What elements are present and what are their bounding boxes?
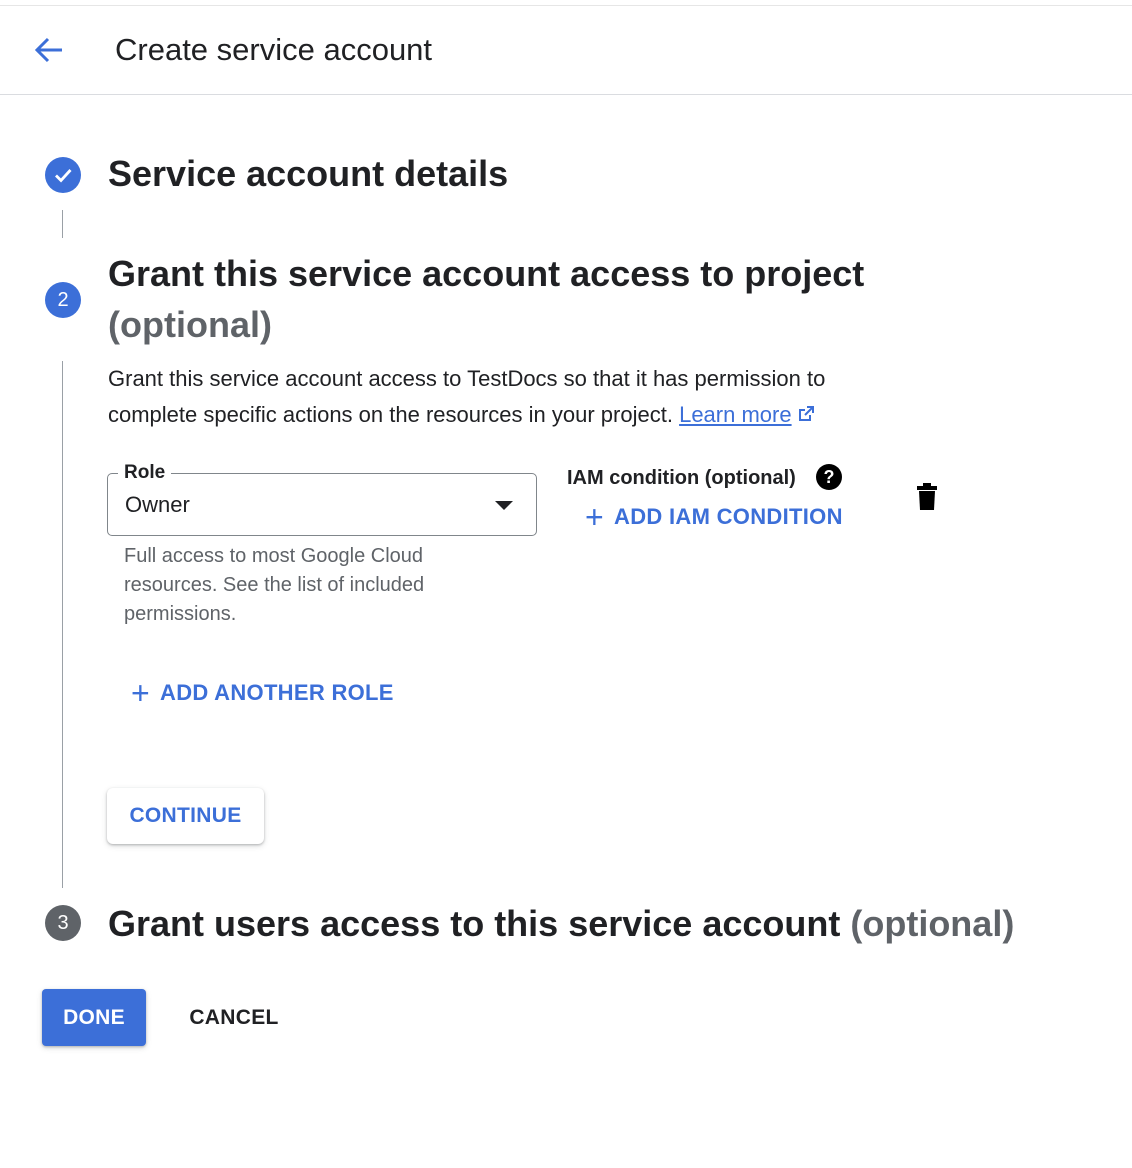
- open-in-new-icon: [798, 406, 814, 421]
- step-connector: [62, 361, 63, 888]
- plus-icon: +: [131, 675, 150, 711]
- step-1-title[interactable]: Service account details: [108, 148, 508, 199]
- plus-icon: +: [585, 499, 604, 535]
- delete-role-button[interactable]: [914, 482, 940, 512]
- add-iam-condition-button[interactable]: + ADD IAM CONDITION: [585, 499, 843, 535]
- step-3-title[interactable]: Grant users access to this service accou…: [108, 898, 1014, 949]
- cancel-button[interactable]: CANCEL: [178, 989, 290, 1046]
- step-2-title-text: Grant this service account access to pro…: [108, 253, 865, 294]
- back-button[interactable]: [28, 30, 72, 70]
- role-select-value: Owner: [125, 492, 190, 517]
- page-title: Create service account: [115, 32, 433, 67]
- step-2-title: Grant this service account access to pro…: [108, 248, 908, 350]
- check-icon: [55, 169, 72, 183]
- step-3-optional: (optional): [850, 903, 1015, 944]
- step-3-number: 3: [45, 905, 81, 941]
- add-another-role-label: ADD ANOTHER ROLE: [160, 680, 394, 705]
- step-3-title-text: Grant users access to this service accou…: [108, 903, 841, 944]
- step-2-number: 2: [45, 282, 81, 318]
- add-iam-condition-label: ADD IAM CONDITION: [614, 504, 843, 529]
- role-select[interactable]: Owner: [107, 473, 537, 536]
- step-2-optional: (optional): [108, 304, 272, 345]
- continue-button[interactable]: CONTINUE: [107, 788, 264, 844]
- role-hint-text: Full access to most Google Cloud resourc…: [124, 545, 425, 625]
- step-2-description: Grant this service account access to Tes…: [108, 361, 908, 433]
- add-another-role-button[interactable]: + ADD ANOTHER ROLE: [131, 675, 394, 711]
- help-icon[interactable]: ?: [816, 464, 842, 490]
- done-button[interactable]: DONE: [42, 989, 146, 1046]
- learn-more-link[interactable]: Learn more: [679, 402, 792, 427]
- arrow-back-icon: [34, 37, 62, 63]
- trash-icon: [917, 483, 937, 510]
- step-complete-icon: [45, 157, 81, 193]
- step-connector: [62, 210, 63, 238]
- iam-condition-label: IAM condition (optional): [567, 467, 796, 489]
- page-header: Create service account: [0, 6, 1132, 95]
- arrow-drop-down-icon: [495, 501, 513, 510]
- role-field-label: Role: [118, 460, 172, 486]
